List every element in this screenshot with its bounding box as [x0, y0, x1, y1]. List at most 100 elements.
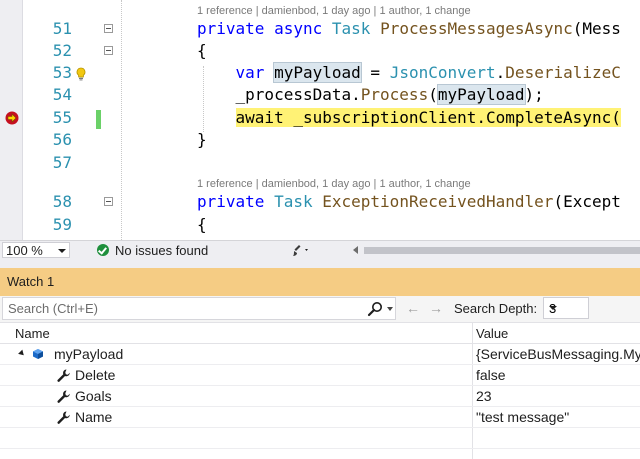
empty-watch-row[interactable]: [0, 428, 640, 449]
code-token: (Mess: [572, 19, 621, 38]
object-cube-icon: [33, 349, 43, 359]
code-token: );: [524, 85, 544, 104]
check-circle-icon: [97, 244, 109, 256]
code-line-52[interactable]: 52 {: [0, 40, 640, 62]
code-text[interactable]: private async Task ProcessMessagesAsync(…: [197, 18, 621, 40]
search-box[interactable]: [2, 297, 396, 320]
column-header-name[interactable]: Name: [15, 326, 50, 341]
code-token: async: [274, 19, 323, 38]
editor-status-bar: 100 % No issues found: [0, 240, 640, 260]
code-line-56[interactable]: 56 }: [0, 129, 640, 151]
expand-collapse-icon[interactable]: [18, 349, 26, 358]
variable-value[interactable]: {ServiceBusMessaging.My: [476, 346, 640, 362]
code-text[interactable]: var myPayload = JsonConvert.DeserializeC: [197, 62, 621, 84]
code-text[interactable]: {: [197, 214, 207, 236]
code-token: .: [495, 63, 506, 82]
wrench-property-icon: [57, 390, 70, 403]
code-token: ProcessMessagesAsync: [380, 19, 573, 38]
code-token: myPayload: [273, 62, 362, 83]
codelens-info[interactable]: 1 reference | damienbod, 1 day ago | 1 a…: [197, 177, 471, 191]
code-editor[interactable]: 1 reference | damienbod, 1 day ago | 1 a…: [0, 0, 640, 240]
line-number: 56: [52, 130, 72, 149]
code-token: (Except: [553, 192, 621, 211]
code-line-58[interactable]: 58 private Task ExceptionReceivedHandler…: [0, 191, 640, 213]
code-token: private: [197, 192, 265, 211]
line-number: 58: [52, 192, 72, 211]
code-token: {: [197, 41, 207, 60]
line-number: 57: [52, 153, 72, 172]
line-number: 53: [52, 63, 72, 82]
variable-value[interactable]: 23: [476, 388, 492, 404]
code-line-54[interactable]: 54 _processData.Process(myPayload);: [0, 84, 640, 106]
code-token: Task: [331, 19, 371, 38]
code-text[interactable]: private Task ExceptionReceivedHandler(Ex…: [197, 191, 621, 213]
table-row[interactable]: myPayload {ServiceBusMessaging.My: [0, 344, 640, 365]
table-row[interactable]: Name "test message": [0, 407, 640, 428]
line-number: 59: [52, 215, 72, 234]
code-token: var: [235, 63, 265, 82]
code-token: await _subscriptionClient.CompleteAsync(: [235, 108, 621, 127]
variable-name: Goals: [75, 388, 112, 404]
variable-name: myPayload: [54, 346, 124, 362]
table-row[interactable]: Delete false: [0, 365, 640, 386]
chevron-down-icon[interactable]: [387, 307, 393, 311]
watch-window-title-bar[interactable]: Watch 1: [0, 268, 640, 296]
code-token: DeserializeC: [505, 63, 621, 82]
zoom-dropdown[interactable]: 100 %: [2, 242, 70, 258]
variable-name: Name: [75, 409, 113, 425]
lightbulb-icon[interactable]: [75, 67, 87, 81]
change-tracking-bar: [96, 110, 101, 129]
line-number: 55: [52, 108, 72, 127]
table-row[interactable]: Goals 23: [0, 386, 640, 407]
code-text[interactable]: {: [197, 40, 207, 62]
line-number: 54: [52, 85, 72, 104]
watch-window-title: Watch 1: [7, 274, 55, 289]
code-token: =: [360, 63, 390, 82]
collapse-outline-icon[interactable]: [104, 197, 113, 206]
watch-toolbar: ← → Search Depth: 3: [0, 296, 640, 322]
variable-value[interactable]: false: [476, 367, 506, 383]
variable-name: Delete: [75, 367, 116, 383]
pane-splitter[interactable]: [0, 260, 640, 268]
code-line-57[interactable]: 57: [0, 152, 640, 174]
chevron-down-icon: [58, 249, 66, 253]
search-input[interactable]: [3, 298, 364, 319]
codelens-info[interactable]: 1 reference | damienbod, 1 day ago | 1 a…: [197, 4, 471, 18]
watch-grid[interactable]: Name Value myPayload {ServiceBusMessagin…: [0, 322, 640, 459]
code-text[interactable]: await _subscriptionClient.CompleteAsync(: [197, 107, 621, 129]
code-cleanup-brush-icon[interactable]: [292, 243, 312, 258]
scrollbar-thumb[interactable]: [364, 247, 640, 254]
current-execution-arrow-icon[interactable]: [5, 111, 19, 125]
collapse-outline-icon[interactable]: [104, 24, 113, 33]
scroll-left-arrow-icon[interactable]: [353, 246, 358, 254]
code-text[interactable]: }: [197, 129, 207, 151]
line-number: 52: [52, 41, 72, 60]
collapse-outline-icon[interactable]: [104, 46, 113, 55]
search-icon[interactable]: [367, 301, 383, 317]
code-token: myPayload: [436, 84, 526, 105]
code-token: Task: [274, 192, 313, 211]
search-depth-select[interactable]: 3: [543, 297, 589, 319]
code-line-53[interactable]: 53 var myPayload = JsonConvert.Deseriali…: [0, 62, 640, 84]
code-line-51[interactable]: 51 private async Task ProcessMessagesAsy…: [0, 18, 640, 40]
chevron-down-icon: [549, 306, 557, 310]
column-header-value[interactable]: Value: [476, 326, 508, 341]
horizontal-scrollbar[interactable]: [352, 243, 640, 257]
code-token: _processData.: [197, 85, 361, 104]
issues-status[interactable]: No issues found: [115, 242, 208, 259]
code-line-59[interactable]: 59 {: [0, 214, 640, 236]
code-text[interactable]: _processData.Process(myPayload);: [197, 84, 544, 106]
zoom-value: 100 %: [6, 243, 43, 258]
search-next-arrow-icon[interactable]: →: [427, 300, 445, 316]
search-previous-arrow-icon[interactable]: ←: [404, 300, 422, 316]
code-token: {: [197, 215, 207, 234]
variable-value[interactable]: "test message": [476, 409, 569, 425]
